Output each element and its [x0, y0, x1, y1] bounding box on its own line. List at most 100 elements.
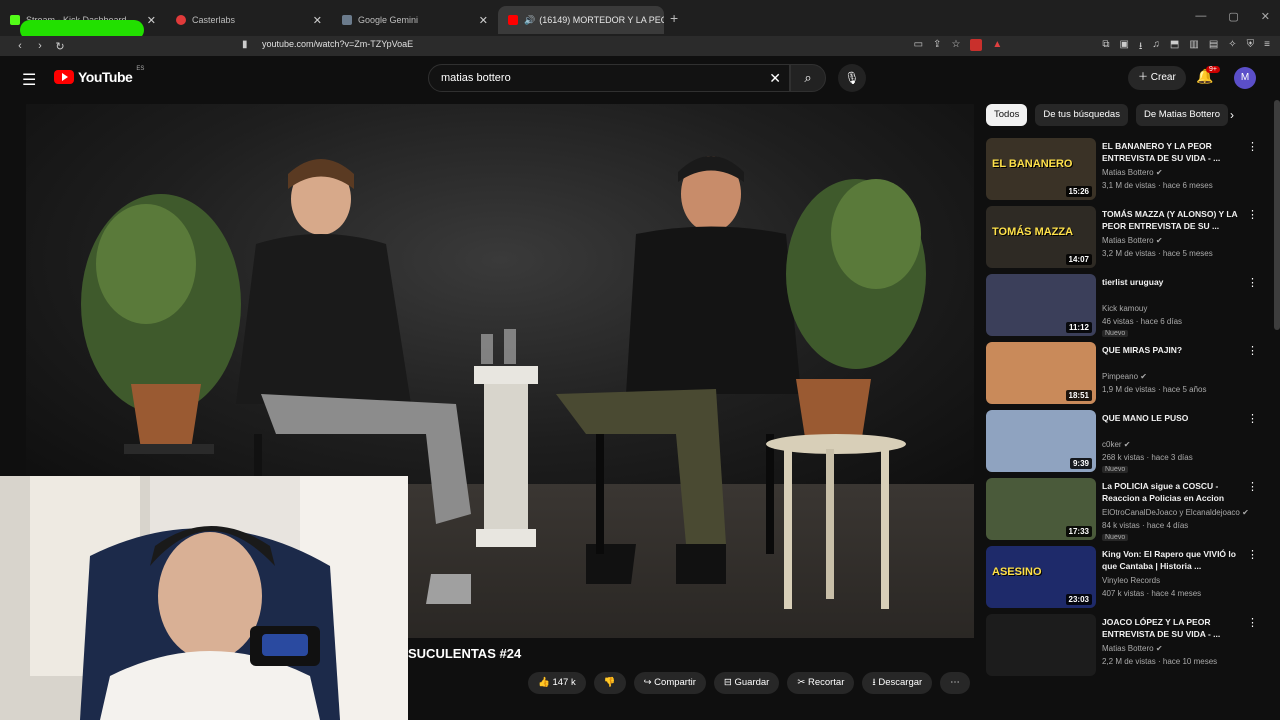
download-button[interactable]: ⭳ Descargar: [862, 672, 933, 694]
recommendation-title[interactable]: tierlist uruguay: [1102, 276, 1242, 288]
video-thumbnail[interactable]: ASESINO 23:03: [986, 546, 1096, 608]
browser-tab-2[interactable]: Google Gemini ✕: [332, 6, 498, 34]
recommendation-item[interactable]: EL BANANERO 15:26 EL BANANERO Y LA PEOR EN…: [986, 138, 1266, 206]
recommendation-item[interactable]: JOACO LÓPEZ Y LA PEOR ENTREVISTA DE SU V…: [986, 614, 1266, 682]
close-icon[interactable]: ✕: [479, 14, 488, 27]
bookmark-save-icon: ⊟: [723, 677, 735, 688]
channel-name[interactable]: Vinyleo Records: [1102, 576, 1160, 585]
maximize-icon[interactable]: ▢: [1228, 10, 1238, 23]
clip-label: Recortar: [807, 677, 845, 688]
minimize-icon[interactable]: —: [1195, 10, 1206, 23]
video-thumbnail[interactable]: EL BANANERO 15:26: [986, 138, 1096, 200]
recommendation-title[interactable]: EL BANANERO Y LA PEOR ENTREVISTA DE SU V…: [1102, 140, 1242, 164]
recommendation-title[interactable]: QUE MIRAS PAJIN?: [1102, 344, 1242, 356]
channel-name[interactable]: Matias Bottero ✔: [1102, 168, 1163, 177]
more-vertical-icon[interactable]: ⋮: [1247, 208, 1258, 221]
media-icon[interactable]: ♫: [1152, 39, 1160, 56]
more-vertical-icon[interactable]: ⋮: [1247, 344, 1258, 357]
star-icon[interactable]: ☆: [951, 39, 960, 56]
youtube-logo[interactable]: YouTube ES: [54, 66, 144, 85]
recommendation-item[interactable]: 17:33 La POLICIA sigue a COSCU - Reaccion…: [986, 478, 1266, 546]
recommendation-title[interactable]: King Von: El Rapero que VIVIÓ lo que Can…: [1102, 548, 1242, 572]
clip-button[interactable]: ✂ Recortar: [787, 672, 855, 694]
video-thumbnail[interactable]: [986, 614, 1096, 676]
search-input[interactable]: matias bottero ✕: [428, 64, 790, 92]
cast-icon[interactable]: ▭: [914, 39, 923, 56]
leo-icon[interactable]: ✧: [1228, 39, 1236, 56]
warning-icon[interactable]: ▲: [992, 39, 1002, 56]
back-icon[interactable]: ‹: [10, 40, 30, 52]
view-meta: 407 k vistas · hace 4 meses: [1102, 589, 1202, 598]
address-bar: ‹ › ↻ ▮ youtube.com/watch?v=Zm-TZYpVoaE …: [0, 36, 1280, 56]
video-thumbnail[interactable]: 18:51: [986, 342, 1096, 404]
recommendation-item[interactable]: 11:12 tierlist uruguay Kick kamouy 46 vista…: [986, 274, 1266, 342]
forward-icon[interactable]: ›: [30, 40, 50, 52]
channel-name[interactable]: ElOtroCanalDeJoaco y Elcanaldejoaco ✔: [1102, 508, 1249, 517]
brave-shield-icon[interactable]: [970, 39, 983, 51]
speaker-icon: 🔊: [524, 14, 536, 25]
reload-icon[interactable]: ↻: [50, 40, 70, 53]
bookmarks-icon[interactable]: ⬒: [1170, 39, 1179, 56]
notification-count-badge: 9+: [1206, 66, 1220, 73]
voice-search-button[interactable]: 🎙: [838, 64, 866, 92]
tab-search-icon[interactable]: ▣: [1119, 39, 1128, 56]
wallet-icon[interactable]: ▤: [1209, 39, 1218, 56]
vpn-icon[interactable]: ⛨: [1247, 39, 1255, 56]
chevron-right-icon[interactable]: ›: [1230, 108, 1234, 122]
video-thumbnail[interactable]: 11:12: [986, 274, 1096, 336]
more-vertical-icon[interactable]: ⋮: [1247, 412, 1258, 425]
dislike-button[interactable]: 👎: [593, 672, 626, 694]
recommendation-item[interactable]: 18:51 QUE MIRAS PAJIN? Pimpeano ✔ 1,9 M de …: [986, 342, 1266, 410]
view-meta: 3,1 M de vistas · hace 6 meses: [1102, 181, 1213, 190]
download-icon[interactable]: ⭳: [1139, 39, 1143, 56]
bookmark-icon[interactable]: ▮: [242, 39, 248, 50]
search-value: matias bottero: [441, 72, 511, 84]
hamburger-icon[interactable]: ☰: [22, 70, 36, 90]
chip-from-channel[interactable]: De Matias Bottero: [1135, 104, 1228, 126]
more-actions-button[interactable]: ⋯: [940, 672, 970, 694]
create-button[interactable]: ＋ Crear: [1128, 66, 1186, 90]
clear-search-icon[interactable]: ✕: [769, 70, 781, 87]
more-vertical-icon[interactable]: ⋮: [1247, 140, 1258, 153]
video-thumbnail[interactable]: 17:33: [986, 478, 1096, 540]
chip-from-searches[interactable]: De tus búsquedas: [1035, 104, 1128, 126]
recommendation-item[interactable]: TOMÁS MAZZA 14:07 TOMÁS MAZZA (Y ALONSO) Y…: [986, 206, 1266, 274]
page-scrollbar[interactable]: [1274, 100, 1280, 330]
like-button[interactable]: 👍 147 k: [528, 672, 586, 694]
sidebar-icon[interactable]: ▥: [1189, 39, 1198, 56]
recommendation-title[interactable]: TOMÁS MAZZA (Y ALONSO) Y LA PEOR ENTREVI…: [1102, 208, 1242, 232]
extensions-icon[interactable]: ⧉: [1102, 39, 1109, 56]
window-close-icon[interactable]: ✕: [1261, 10, 1270, 23]
recommendation-item[interactable]: 9:39 QUE MANO LE PUSO c0ker ✔ 268 k vistas …: [986, 410, 1266, 478]
new-tab-icon[interactable]: +: [670, 10, 678, 26]
channel-name[interactable]: Pimpeano ✔: [1102, 372, 1147, 381]
more-vertical-icon[interactable]: ⋮: [1247, 548, 1258, 561]
url-field[interactable]: youtube.com/watch?v=Zm-TZYpVoaE: [262, 39, 413, 49]
recommendation-title[interactable]: JOACO LÓPEZ Y LA PEOR ENTREVISTA DE SU V…: [1102, 616, 1242, 640]
video-thumbnail[interactable]: TOMÁS MAZZA 14:07: [986, 206, 1096, 268]
browser-tab-1[interactable]: Casterlabs ✕: [166, 6, 332, 34]
search-button[interactable]: ⌕: [790, 64, 826, 92]
video-thumbnail[interactable]: 9:39: [986, 410, 1096, 472]
channel-name[interactable]: Matias Bottero ✔: [1102, 644, 1163, 653]
recommendation-title[interactable]: La POLICIA sigue a COSCU - Reaccion a Po…: [1102, 480, 1242, 504]
close-icon[interactable]: ✕: [313, 14, 322, 27]
account-avatar[interactable]: M: [1234, 67, 1256, 89]
more-vertical-icon[interactable]: ⋮: [1247, 480, 1258, 493]
share-button[interactable]: ↪ Compartir: [633, 672, 706, 694]
recommendation-title[interactable]: QUE MANO LE PUSO: [1102, 412, 1242, 424]
close-icon[interactable]: ✕: [147, 14, 156, 27]
channel-name[interactable]: Kick kamouy: [1102, 304, 1147, 313]
thumbs-down-icon: 👎: [603, 677, 616, 688]
recommendation-item[interactable]: ASESINO 23:03 King Von: El Rapero que VIVI…: [986, 546, 1266, 614]
share-icon[interactable]: ⇪: [933, 39, 941, 56]
channel-name[interactable]: Matias Bottero ✔: [1102, 236, 1163, 245]
more-vertical-icon[interactable]: ⋮: [1247, 276, 1258, 289]
more-vertical-icon[interactable]: ⋮: [1247, 616, 1258, 629]
thumbnail-caption: TOMÁS MAZZA: [992, 226, 1074, 238]
browser-tab-3[interactable]: 🔊(16149) MORTEDOR Y LA PEO✕: [498, 6, 664, 34]
chip-all[interactable]: Todos: [986, 104, 1028, 126]
channel-name[interactable]: c0ker ✔: [1102, 440, 1131, 449]
menu-icon[interactable]: ≡: [1264, 39, 1270, 56]
save-button[interactable]: ⊟ Guardar: [713, 672, 780, 694]
